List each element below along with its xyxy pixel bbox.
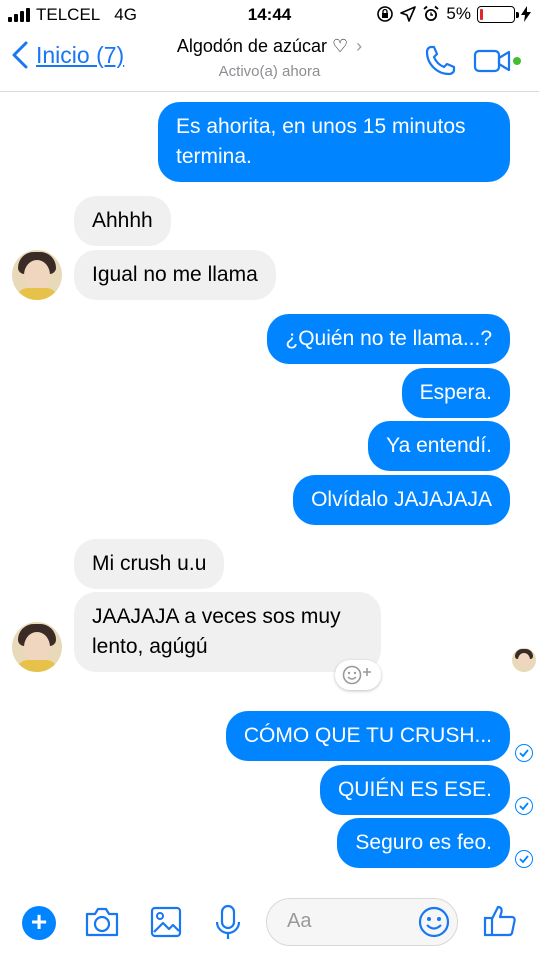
message-text: Ya entendí. — [386, 434, 492, 457]
conversation-header: Inicio (7) Algodón de azúcar ♡ › Activo(a… — [0, 30, 539, 92]
contact-name: Algodón de azúcar ♡ — [176, 36, 349, 56]
contact-avatar[interactable] — [12, 250, 62, 300]
status-bar: TELCEL 4G 14:44 5% — [0, 0, 539, 30]
message-bubble-outgoing[interactable]: Olvídalo JAJAJAJA — [293, 475, 510, 525]
gallery-icon[interactable] — [146, 902, 186, 942]
message-text: CÓMO QUE TU CRUSH... — [243, 724, 492, 747]
thumbs-up-icon[interactable] — [482, 903, 518, 939]
plus-icon[interactable]: + — [22, 906, 56, 940]
message-text: Espera. — [419, 381, 492, 404]
contact-status: Activo(a) ahora — [218, 63, 321, 80]
battery-icon — [477, 5, 519, 23]
message-bubble-incoming[interactable]: Ahhhh — [74, 196, 171, 246]
message-text: Seguro es feo. — [355, 831, 492, 854]
message-text: QUIÉN ES ESE. — [337, 778, 492, 801]
delivered-check-icon — [515, 797, 533, 815]
chevron-right-icon: › — [356, 36, 363, 56]
delivered-check-icon — [515, 850, 533, 868]
message-text: Olvídalo JAJAJAJA — [311, 488, 492, 511]
add-reaction-button[interactable] — [335, 660, 381, 690]
message-bubble-outgoing[interactable]: Espera. — [401, 368, 510, 418]
message-bubble-incoming[interactable]: Igual no me llama — [74, 250, 276, 300]
message-bubble-outgoing[interactable]: Seguro es feo. — [337, 818, 510, 868]
message-text: Ahhhh — [92, 209, 153, 232]
message-text: Igual no me llama — [92, 263, 258, 286]
location-icon — [400, 6, 417, 22]
message-text: Es ahorita, en unos 15 minutos — [176, 115, 466, 138]
seen-avatar — [512, 648, 536, 672]
camera-icon[interactable] — [82, 902, 122, 942]
microphone-icon[interactable] — [208, 902, 248, 942]
delivered-check-icon — [515, 744, 533, 762]
message-bubble-outgoing[interactable]: Es ahorita, en unos 15 minutos termina. — [158, 102, 510, 182]
contact-name-row: Algodón de azúcar ♡ › — [0, 36, 539, 57]
active-dot — [513, 57, 521, 65]
message-text: ¿Quién no te llama...? — [285, 327, 492, 350]
emoji-icon[interactable] — [418, 906, 450, 938]
contact-avatar[interactable] — [12, 622, 62, 672]
reaction-smiley-icon — [342, 665, 371, 685]
message-bubble-outgoing[interactable]: Ya entendí. — [368, 421, 510, 471]
phone-call-icon[interactable] — [423, 44, 457, 78]
message-bubble-outgoing[interactable]: QUIÉN ES ESE. — [319, 765, 510, 815]
charging-icon — [521, 6, 531, 22]
contact-info[interactable]: Algodón de azúcar ♡ › Activo(a) ahora — [0, 36, 539, 80]
message-text: lento, agúgú — [92, 635, 208, 658]
status-right: 5% — [376, 4, 531, 24]
video-call-icon[interactable] — [473, 48, 523, 74]
battery-percent: 5% — [446, 4, 471, 23]
message-text: JAAJAJA a veces sos muy — [92, 605, 341, 628]
rotation-lock-icon — [377, 6, 394, 22]
message-bubble-outgoing[interactable]: ¿Quién no te llama...? — [267, 314, 510, 364]
message-input-placeholder: Aa — [287, 910, 312, 932]
message-bubble-outgoing[interactable]: CÓMO QUE TU CRUSH... — [225, 711, 510, 761]
message-text: termina. — [176, 145, 252, 168]
message-bubble-incoming[interactable]: JAAJAJA a veces sos muy lento, agúgú — [74, 592, 381, 672]
message-text: Mi crush u.u — [92, 552, 207, 575]
alarm-icon — [423, 5, 439, 21]
message-bubble-incoming[interactable]: Mi crush u.u — [74, 539, 225, 589]
